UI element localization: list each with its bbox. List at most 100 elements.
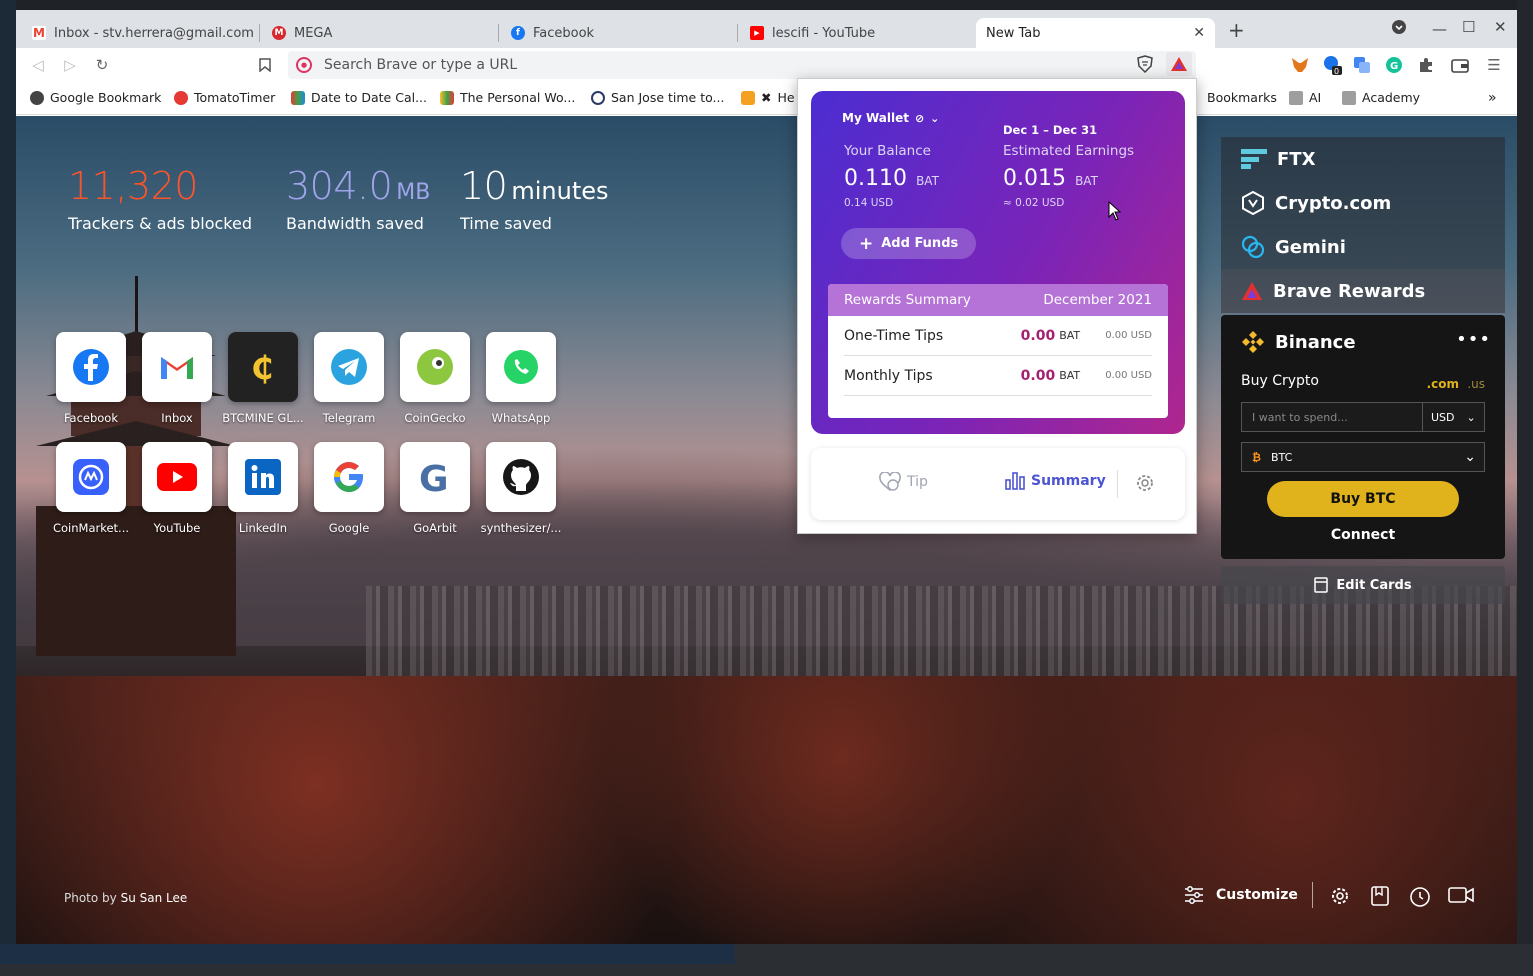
buy-btc-button[interactable]: Buy BTC — [1267, 481, 1459, 517]
tab-search-icon[interactable] — [1392, 20, 1406, 38]
bandwidth-value: 304.0 — [286, 164, 393, 208]
top-site-tile[interactable]: CoinGecko — [392, 332, 478, 425]
bookmark-folder[interactable]: AI — [1289, 90, 1321, 105]
top-site-tile[interactable]: Facebook — [48, 332, 134, 425]
bookmark-folder[interactable]: Academy — [1342, 90, 1420, 105]
svg-text:0: 0 — [1334, 67, 1339, 75]
top-site-tile[interactable]: YouTube — [134, 442, 220, 535]
bookmark-item[interactable]: San Jose time to... — [591, 90, 724, 105]
translate-icon[interactable] — [1352, 55, 1372, 75]
customize-button[interactable]: Customize — [1184, 886, 1298, 904]
maximize-icon[interactable]: ☐ — [1462, 18, 1475, 36]
sliders-icon — [1185, 886, 1203, 904]
tab-title: New Tab — [986, 25, 1041, 41]
edit-cards-label: Edit Cards — [1336, 577, 1412, 593]
photo-credit-author[interactable]: Su San Lee — [121, 891, 188, 905]
time-value: 10 — [460, 164, 508, 208]
top-site-name: synthesizer/... — [480, 521, 562, 535]
divider — [1117, 470, 1118, 498]
top-site-tile[interactable]: LinkedIn — [220, 442, 306, 535]
brave-rewards-icon — [1242, 282, 1262, 300]
add-funds-button[interactable]: + Add Funds — [841, 228, 977, 259]
history-icon[interactable] — [1409, 886, 1431, 908]
widget-gemini[interactable]: Gemini — [1221, 225, 1505, 269]
bandwidth-label: Bandwidth saved — [286, 214, 424, 233]
top-site-tile[interactable]: ₵ BTCMINE GL... — [220, 332, 306, 425]
domain-us-toggle[interactable]: .us — [1467, 377, 1485, 391]
bookmark-item[interactable]: The Personal Wo... — [440, 90, 575, 105]
bookmark-item[interactable]: ✖ He — [741, 90, 795, 105]
menu-icon[interactable]: ☰ — [1484, 55, 1504, 75]
grammarly-icon[interactable]: G — [1384, 55, 1404, 75]
bandwidth-unit: MB — [396, 180, 431, 205]
more-options-icon[interactable]: ••• — [1456, 329, 1491, 350]
spend-amount-input[interactable]: I want to spend... — [1241, 402, 1423, 432]
wallet-icon[interactable] — [1450, 55, 1470, 75]
close-mark-icon: ✖ — [761, 90, 772, 105]
photo-credit-prefix: Photo by — [64, 891, 117, 905]
new-tab-button[interactable]: + — [1228, 18, 1245, 42]
connect-link[interactable]: Connect — [1221, 527, 1505, 543]
widget-crypto-com[interactable]: Crypto.com — [1221, 181, 1505, 225]
address-bar[interactable]: ● Search Brave or type a URL — [288, 51, 1196, 79]
close-window-icon[interactable]: ✕ — [1494, 18, 1507, 36]
close-tab-icon[interactable]: ✕ — [1193, 25, 1205, 41]
metamask-icon[interactable] — [1290, 55, 1310, 75]
brave-rewards-icon[interactable] — [1166, 52, 1192, 76]
top-site-tile[interactable]: Google — [306, 442, 392, 535]
tab-mega[interactable]: M MEGA — [262, 18, 498, 48]
earnings-value: 0.015 — [1003, 166, 1066, 191]
tab-summary[interactable]: Summary — [1005, 472, 1106, 490]
tab-tip[interactable]: Tip — [879, 472, 928, 492]
rewards-tabs: Tip Summary — [811, 448, 1185, 520]
tomato-icon — [174, 90, 188, 105]
currency-select[interactable]: USD ⌄ — [1422, 402, 1485, 432]
bitcoin-icon: ₿ — [1252, 450, 1261, 464]
rewards-summary: Rewards Summary December 2021 One-Time T… — [828, 284, 1168, 418]
asset-select[interactable]: ₿ BTC ⌄ — [1241, 442, 1485, 472]
top-site-tile[interactable]: G GoArbit — [392, 442, 478, 535]
extension-counter-icon[interactable]: 0 — [1322, 55, 1342, 75]
top-site-tile[interactable]: CoinMarket... — [48, 442, 134, 535]
widget-label: Gemini — [1275, 236, 1346, 258]
bookmark-label: The Personal Wo... — [460, 90, 576, 105]
top-site-tile[interactable]: WhatsApp — [478, 332, 564, 425]
bookmarks-bar: Google Bookmark TomatoTimer Date to Date… — [16, 82, 1517, 115]
top-site-tile[interactable]: synthesizer/... — [478, 442, 564, 535]
edit-cards-button[interactable]: Edit Cards — [1221, 566, 1505, 604]
more-bookmarks-icon[interactable]: » — [1488, 90, 1497, 106]
coinmarketcap-icon — [73, 459, 109, 495]
brave-talk-icon[interactable] — [1448, 886, 1474, 904]
bookmarks-manager-icon[interactable] — [1371, 886, 1389, 906]
row-usd: 0.00 USD — [1105, 330, 1152, 341]
widget-brave-rewards[interactable]: Brave Rewards — [1221, 269, 1505, 313]
btcmine-icon: ₵ — [251, 349, 273, 387]
brave-shields-icon[interactable] — [1132, 52, 1158, 76]
add-funds-label: Add Funds — [881, 236, 959, 251]
bookmark-item[interactable]: Google Bookmark — [30, 90, 161, 105]
domain-com-toggle[interactable]: .com — [1427, 377, 1459, 391]
my-wallet-dropdown[interactable]: My Wallet ⊘ ⌄ — [842, 111, 939, 125]
bookmark-item[interactable]: Date to Date Cal... — [291, 90, 427, 105]
tab-gmail[interactable]: M Inbox - stv.herrera@gmail.com - Gmail — [22, 18, 258, 48]
minimize-icon[interactable]: — — [1432, 20, 1447, 38]
tab-youtube[interactable]: ▶ lescifi - YouTube — [740, 18, 976, 48]
settings-icon[interactable] — [1330, 886, 1350, 906]
reload-icon[interactable]: ↻ — [92, 55, 112, 75]
globe-icon — [30, 90, 44, 105]
rewards-settings-icon[interactable] — [1135, 473, 1155, 497]
youtube-icon: ▶ — [750, 26, 764, 40]
top-site-tile[interactable]: Telegram — [306, 332, 392, 425]
bookmark-folder[interactable]: Bookmarks — [1207, 90, 1277, 105]
extensions-puzzle-icon[interactable] — [1416, 55, 1436, 75]
summary-month: December 2021 — [1043, 292, 1152, 308]
bookmark-item[interactable]: TomatoTimer — [174, 90, 275, 105]
widget-ftx[interactable]: FTX — [1221, 137, 1505, 181]
top-site-tile[interactable]: Inbox — [134, 332, 220, 425]
forward-icon[interactable]: ▷ — [60, 55, 80, 75]
buy-crypto-label: Buy Crypto — [1241, 373, 1319, 389]
tab-new-tab[interactable]: New Tab ✕ — [976, 18, 1215, 48]
tab-facebook[interactable]: f Facebook — [501, 18, 737, 48]
bookmark-icon[interactable] — [255, 55, 275, 75]
back-icon[interactable]: ◁ — [28, 55, 48, 75]
